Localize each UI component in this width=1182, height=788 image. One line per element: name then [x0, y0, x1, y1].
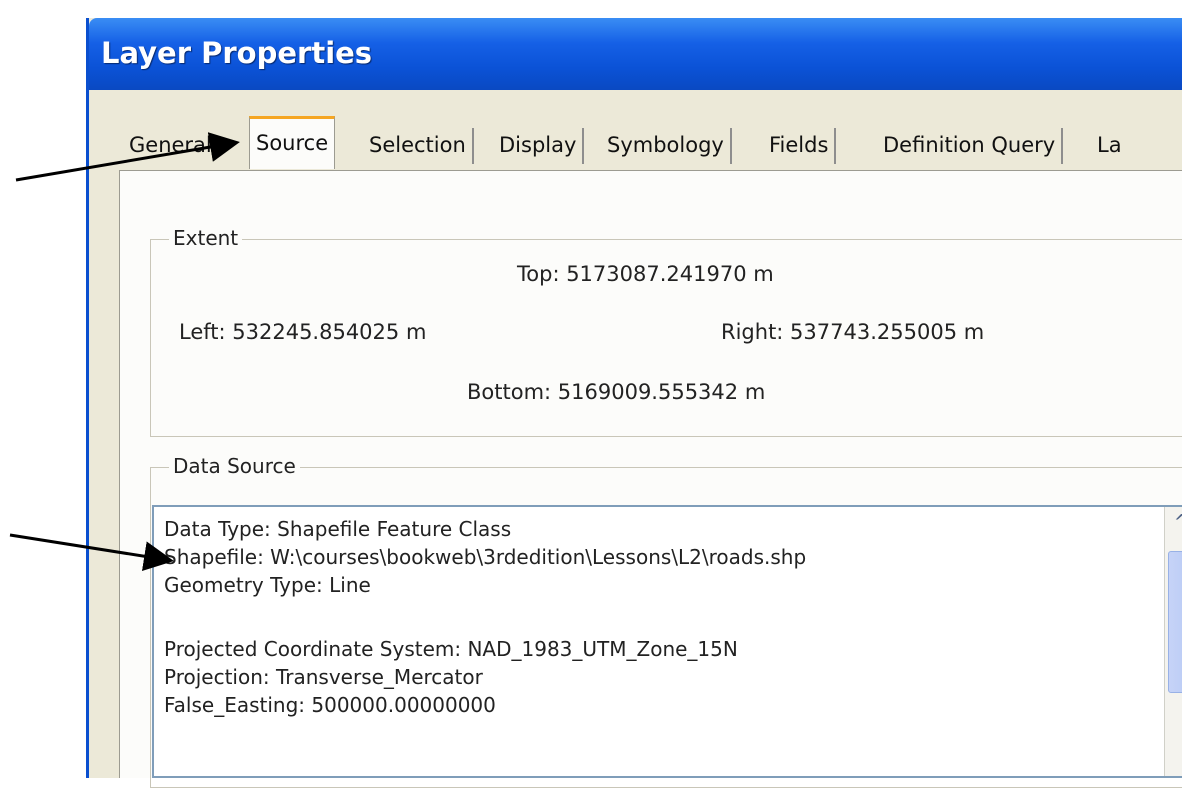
extent-label: Extent [169, 226, 243, 250]
extent-right: Right: 537743.255005 m [721, 320, 985, 344]
vertical-scrollbar[interactable]: ^ [1164, 507, 1182, 776]
dialog-client-area: General Source Selection Display Symbolo… [89, 90, 1182, 788]
tab-general[interactable]: General [123, 128, 218, 164]
tab-source[interactable]: Source [249, 116, 336, 169]
extent-top: Top: 5173087.241970 m [517, 262, 774, 286]
extent-bottom: Bottom: 5169009.555342 m [467, 380, 766, 404]
scroll-thumb[interactable] [1168, 551, 1182, 693]
scroll-up-icon[interactable]: ^ [1167, 509, 1182, 537]
source-tab-panel: Extent Top: 5173087.241970 m Left: 53224… [119, 170, 1182, 788]
ds-line-coordinate-system: Projected Coordinate System: NAD_1983_UT… [164, 637, 738, 661]
tab-display[interactable]: Display [493, 128, 585, 164]
ds-line-geometry-type: Geometry Type: Line [164, 573, 371, 597]
tab-strip: General Source Selection Display Symbolo… [123, 116, 1182, 172]
extent-group: Extent Top: 5173087.241970 m Left: 53224… [150, 226, 1182, 437]
tab-definition-query[interactable]: Definition Query [877, 128, 1064, 164]
tab-fields[interactable]: Fields [763, 128, 837, 164]
ds-line-data-type: Data Type: Shapefile Feature Class [164, 517, 512, 541]
data-source-label: Data Source [169, 454, 300, 478]
ds-line-shapefile: Shapefile: W:\courses\bookweb\3rdedition… [164, 545, 807, 569]
title-bar[interactable]: Layer Properties [89, 18, 1182, 90]
extent-left: Left: 532245.854025 m [179, 320, 427, 344]
tab-la[interactable]: La [1091, 128, 1128, 164]
tab-selection[interactable]: Selection [363, 128, 474, 164]
dialog-title: Layer Properties [101, 36, 373, 70]
layer-properties-dialog: Layer Properties General Source Selectio… [86, 18, 1182, 788]
ds-line-projection: Projection: Transverse_Mercator [164, 665, 483, 689]
data-source-textbox[interactable]: Data Type: Shapefile Feature Class Shape… [152, 505, 1182, 778]
tab-symbology[interactable]: Symbology [601, 128, 732, 164]
ds-line-false-easting: False_Easting: 500000.00000000 [164, 693, 496, 717]
